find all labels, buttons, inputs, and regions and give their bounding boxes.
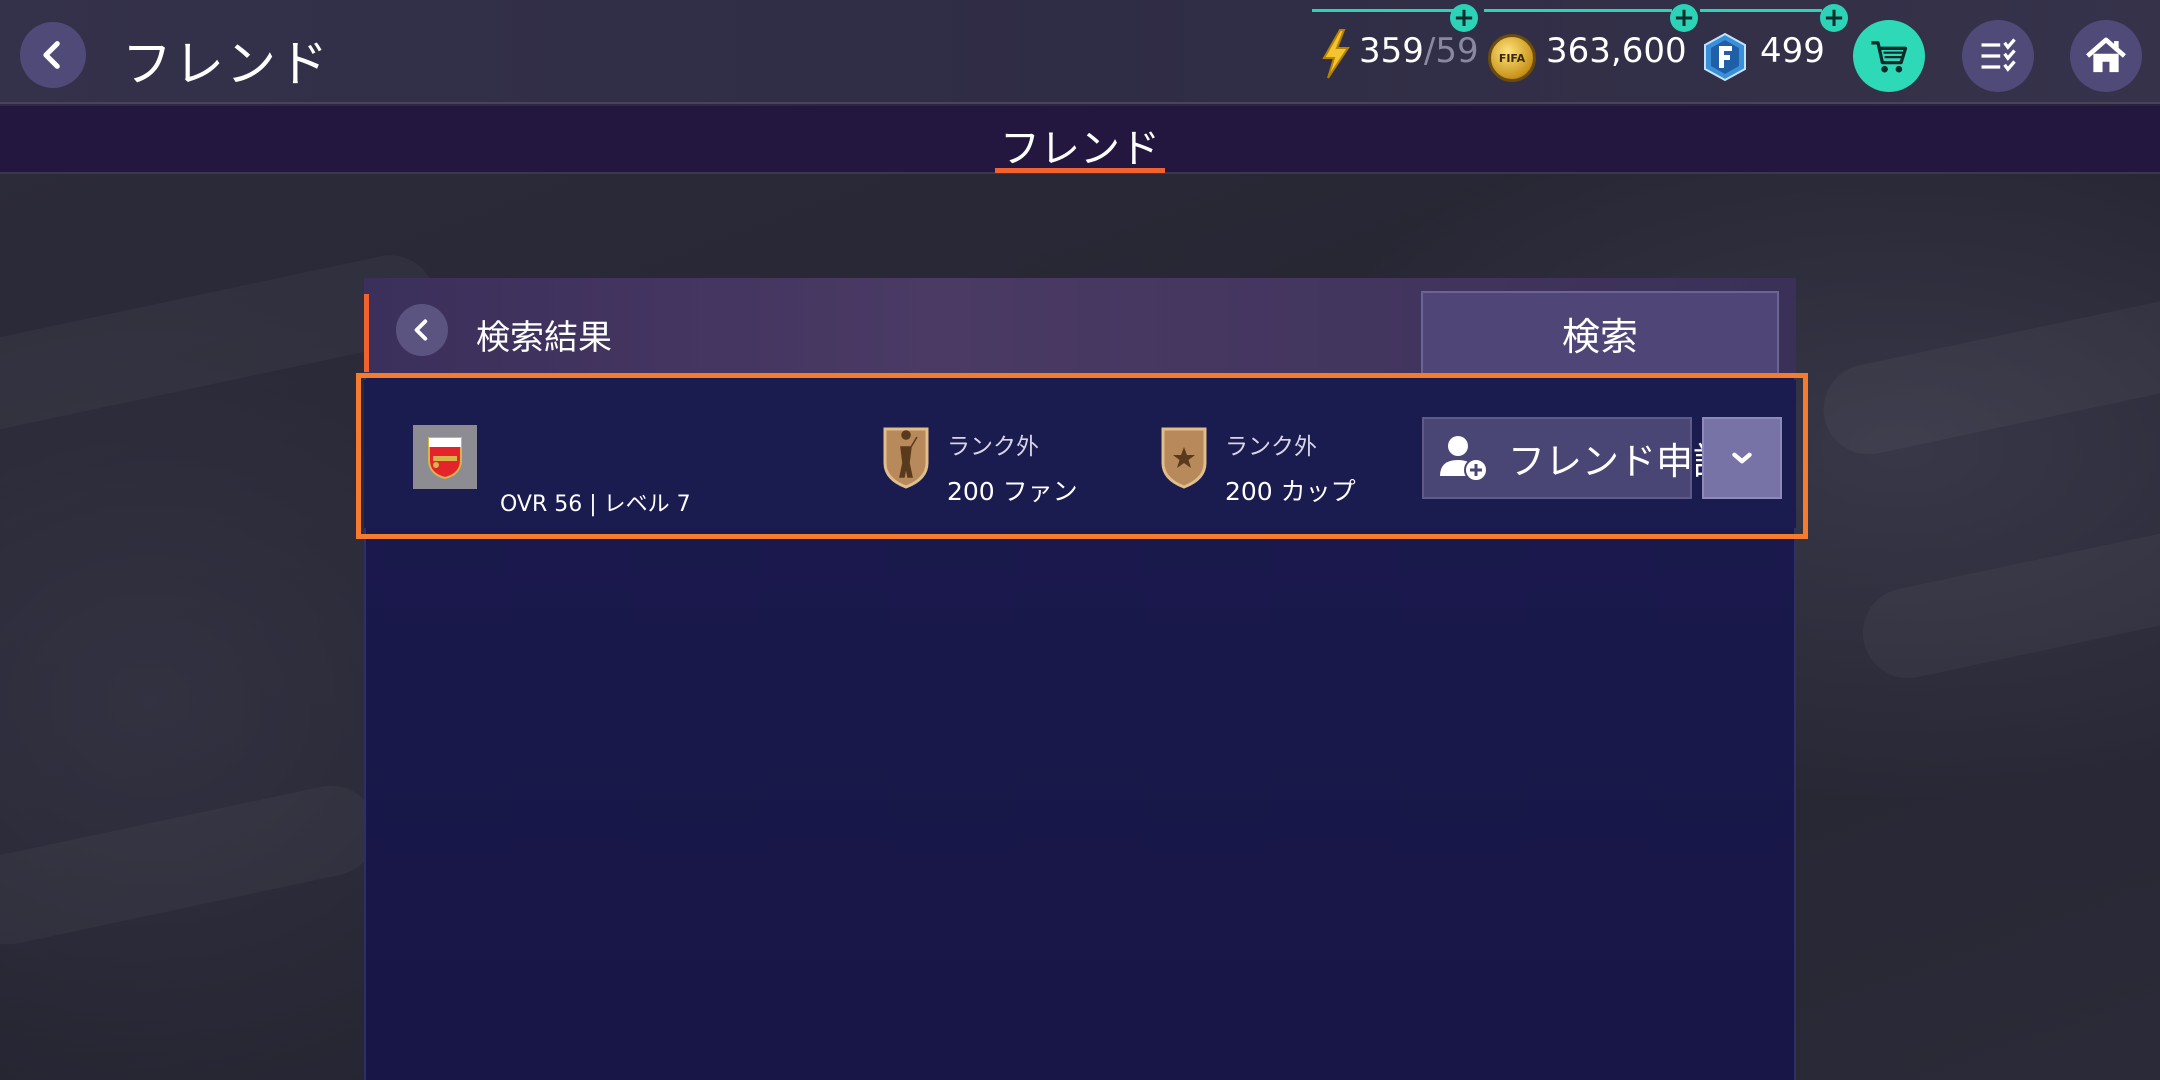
- chevron-left-icon: [414, 319, 428, 341]
- home-button[interactable]: [2070, 20, 2142, 92]
- coins-value-wrap: 363,600: [1544, 0, 1687, 104]
- panel-title: 検索結果: [476, 318, 612, 358]
- search-button[interactable]: 検索: [1421, 291, 1779, 375]
- coin-icon: FIFA: [1488, 34, 1536, 82]
- coin-icon-text: FIFA: [1498, 51, 1526, 65]
- panel-header: 検索結果 検索: [364, 278, 1796, 375]
- results-back-button[interactable]: [396, 304, 448, 356]
- tab-friends[interactable]: フレンド: [995, 116, 1165, 174]
- coins-value: 363,600: [1546, 31, 1687, 71]
- shop-button[interactable]: [1853, 20, 1925, 92]
- cart-icon: [1871, 41, 1908, 73]
- fifa-points-icon: [1704, 32, 1746, 82]
- energy-max: /59: [1423, 31, 1479, 71]
- checklist-icon: [1981, 38, 2016, 72]
- page-title: フレンド: [122, 35, 330, 93]
- tab-bar: フレンド: [0, 106, 2160, 174]
- active-tab-indicator: [995, 168, 1165, 173]
- back-button[interactable]: [20, 22, 86, 88]
- header-accent: [364, 294, 369, 372]
- tasks-button[interactable]: [1962, 20, 2034, 92]
- fifa-points-value: 499: [1760, 31, 1825, 71]
- fifa-points-value-wrap: 499: [1758, 0, 1838, 104]
- home-icon: [2086, 37, 2126, 73]
- highlight-frame: [356, 373, 1808, 539]
- energy-current: 359: [1359, 31, 1424, 71]
- lightning-icon: [1322, 29, 1350, 79]
- top-bar: フレンド + 359/59 + FIFA 363,600 + 499: [0, 0, 2160, 104]
- chevron-left-icon: [43, 41, 60, 69]
- energy-value: 359/59: [1357, 0, 1479, 104]
